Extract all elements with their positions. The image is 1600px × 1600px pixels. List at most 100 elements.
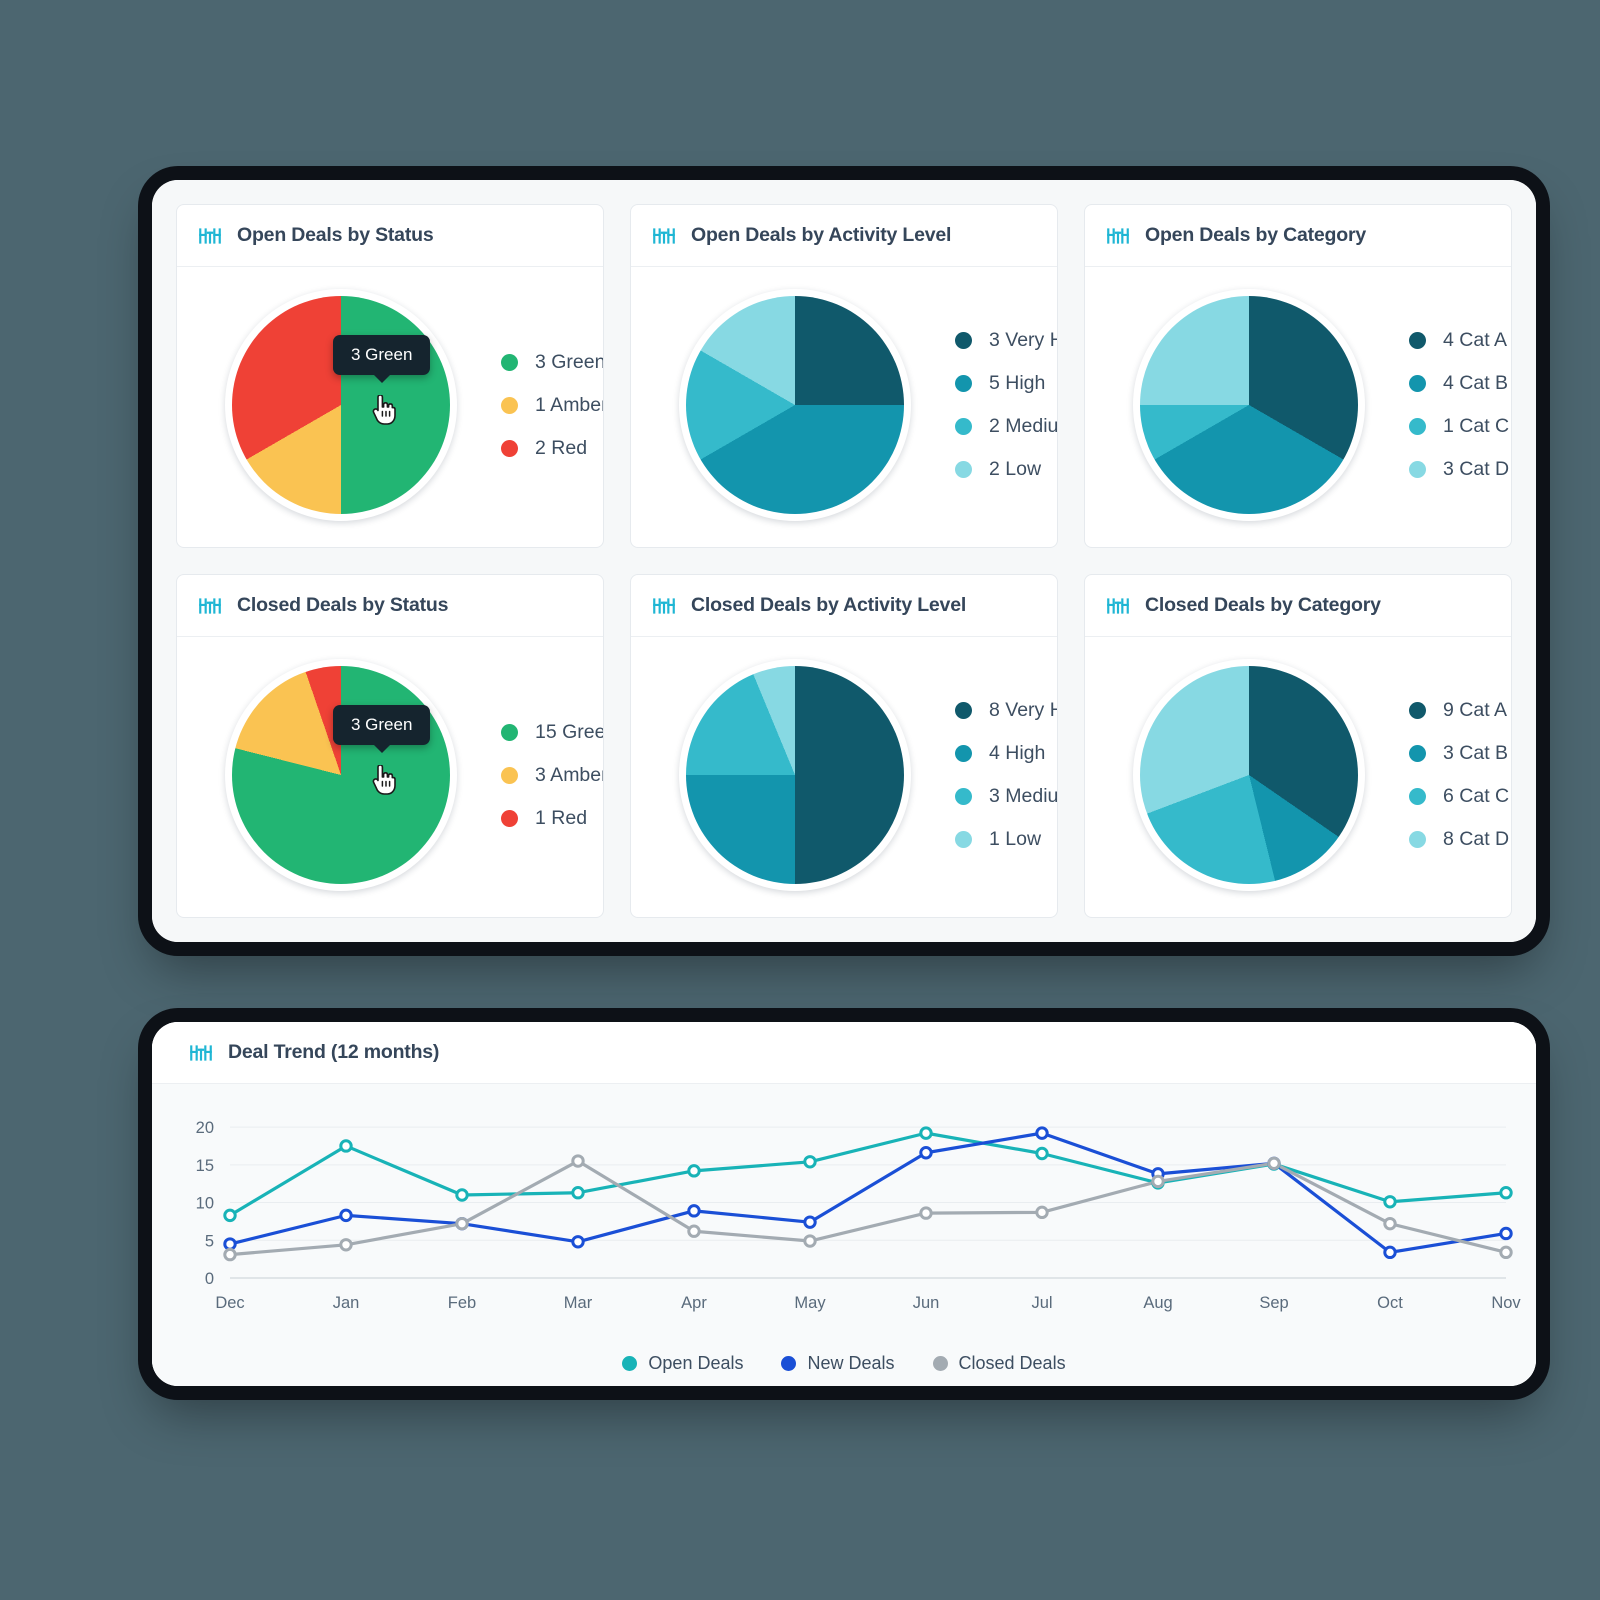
pie-slices[interactable]	[232, 296, 450, 514]
legend-item[interactable]: 2 Medium	[955, 415, 1057, 438]
pie-ring	[225, 289, 457, 521]
legend-item[interactable]: 8 Cat D	[1409, 828, 1509, 851]
legend-color-dot	[1409, 788, 1426, 805]
data-point[interactable]	[687, 1204, 701, 1218]
data-point[interactable]	[1499, 1226, 1513, 1241]
data-point[interactable]	[687, 1224, 701, 1238]
legend-item[interactable]: 4 Cat B	[1409, 372, 1509, 395]
legend-item[interactable]: 4 Cat A	[1409, 329, 1509, 352]
data-point[interactable]	[571, 1186, 585, 1200]
pie-chart[interactable]: 3 Green	[225, 659, 457, 891]
legend-color-dot	[781, 1356, 797, 1371]
data-point[interactable]	[339, 1208, 353, 1223]
legend-item[interactable]: 3 Very High	[955, 329, 1057, 352]
bar-chart-icon	[651, 593, 677, 619]
card-title: Open Deals by Category	[1145, 224, 1367, 246]
data-point[interactable]	[1383, 1195, 1397, 1209]
x-axis-tick-label: Mar	[564, 1294, 593, 1312]
legend-item[interactable]: 1 Amber	[501, 394, 603, 417]
card-open-deals-by-status: Open Deals by Status 3 Green 3 Green 1 Ambe…	[176, 204, 604, 548]
x-axis-tick-label: Aug	[1143, 1294, 1172, 1312]
data-point[interactable]	[223, 1237, 237, 1251]
pie-slices[interactable]	[1140, 666, 1358, 884]
line-chart: 0 5 10 15 20 Dec Jan Feb Mar Apr May Jun Jul Aug Sep Oc…	[196, 1119, 1522, 1312]
legend-item[interactable]: 2 Red	[501, 437, 603, 460]
legend-item[interactable]: 1 Cat C	[1409, 415, 1509, 438]
data-point[interactable]	[1035, 1126, 1049, 1140]
trend-legend-item[interactable]: New Deals	[781, 1353, 895, 1374]
data-point[interactable]	[1383, 1216, 1397, 1231]
legend-item[interactable]: 9 Cat A	[1409, 699, 1509, 722]
legend-item[interactable]: 4 High	[955, 742, 1057, 765]
legend-label: Closed Deals	[958, 1353, 1066, 1373]
legend-item[interactable]: 3 Amber	[501, 764, 603, 787]
data-point[interactable]	[1499, 1245, 1513, 1260]
legend-item[interactable]: 5 High	[955, 372, 1057, 395]
legend-label: 1 Low	[989, 828, 1042, 850]
trend-legend-item[interactable]: Open Deals	[622, 1353, 743, 1374]
data-point[interactable]	[687, 1164, 701, 1178]
legend-item[interactable]: 3 Cat D	[1409, 458, 1509, 481]
legend-color-dot	[501, 353, 518, 371]
pie-legend: 8 Very High 4 High 3 Medium 1 Low	[955, 699, 1058, 851]
legend-color-dot	[501, 766, 518, 784]
data-point[interactable]	[1151, 1174, 1165, 1189]
data-point[interactable]	[1035, 1146, 1049, 1161]
pointer-cursor	[372, 765, 396, 795]
data-point[interactable]	[803, 1155, 817, 1169]
legend-color-dot	[501, 723, 518, 741]
legend-item[interactable]: 15 Green	[501, 721, 603, 744]
data-point[interactable]	[455, 1188, 469, 1202]
pie-chart[interactable]	[1133, 659, 1365, 891]
legend-label: 8 Cat D	[1443, 828, 1510, 850]
data-point[interactable]	[223, 1247, 237, 1262]
legend-item[interactable]: 1 Red	[501, 807, 603, 830]
data-point[interactable]	[1499, 1186, 1513, 1200]
legend-color-dot	[501, 809, 518, 827]
data-point[interactable]	[803, 1234, 817, 1248]
card-title: Closed Deals by Status	[237, 594, 449, 616]
data-point[interactable]	[339, 1139, 353, 1153]
pie-slices[interactable]	[686, 296, 904, 514]
data-point[interactable]	[571, 1154, 585, 1168]
legend-label: 6 Cat C	[1443, 785, 1510, 807]
pie-chart[interactable]	[1133, 289, 1365, 521]
card-title: Open Deals by Activity Level	[691, 224, 952, 246]
legend-item[interactable]: 2 Low	[955, 458, 1057, 481]
data-point[interactable]	[339, 1238, 353, 1252]
legend-color-dot	[1409, 831, 1426, 848]
legend-item[interactable]: 1 Low	[955, 828, 1057, 851]
data-point[interactable]	[1267, 1156, 1281, 1171]
pie-chart[interactable]: 3 Green	[225, 289, 457, 521]
pie-slices[interactable]	[232, 666, 450, 884]
legend-item[interactable]: 6 Cat C	[1409, 785, 1509, 808]
data-point[interactable]	[571, 1235, 585, 1249]
legend-label: 4 High	[989, 742, 1046, 764]
card-header: Open Deals by Status	[177, 205, 603, 267]
data-point[interactable]	[455, 1216, 469, 1231]
trend-legend-item[interactable]: Closed Deals	[932, 1353, 1066, 1374]
data-point[interactable]	[803, 1215, 817, 1229]
legend-color-dot	[1409, 461, 1426, 478]
y-axis-tick-label: 15	[196, 1157, 214, 1175]
data-point[interactable]	[223, 1208, 237, 1223]
legend-item[interactable]: 3 Cat B	[1409, 742, 1509, 765]
legend-label: 5 High	[989, 372, 1046, 394]
data-point[interactable]	[919, 1206, 933, 1220]
legend-label: Open Deals	[648, 1353, 744, 1373]
data-point[interactable]	[1035, 1205, 1049, 1220]
legend-color-dot	[1409, 418, 1426, 435]
pie-slices[interactable]	[1140, 296, 1358, 514]
pie-chart[interactable]	[679, 659, 911, 891]
data-point[interactable]	[1383, 1245, 1397, 1260]
data-point[interactable]	[919, 1146, 933, 1160]
pie-slices[interactable]	[686, 666, 904, 884]
data-point[interactable]	[919, 1126, 933, 1140]
legend-item[interactable]: 3 Medium	[955, 785, 1058, 808]
pie-chart[interactable]	[679, 289, 911, 521]
legend-item[interactable]: 3 Green	[501, 351, 603, 374]
card-header: Closed Deals by Category	[1085, 575, 1511, 637]
legend-item[interactable]: 8 Very High	[955, 699, 1057, 722]
x-axis-tick-label: Nov	[1491, 1294, 1521, 1312]
legend-label: 3 Medium	[989, 785, 1058, 807]
